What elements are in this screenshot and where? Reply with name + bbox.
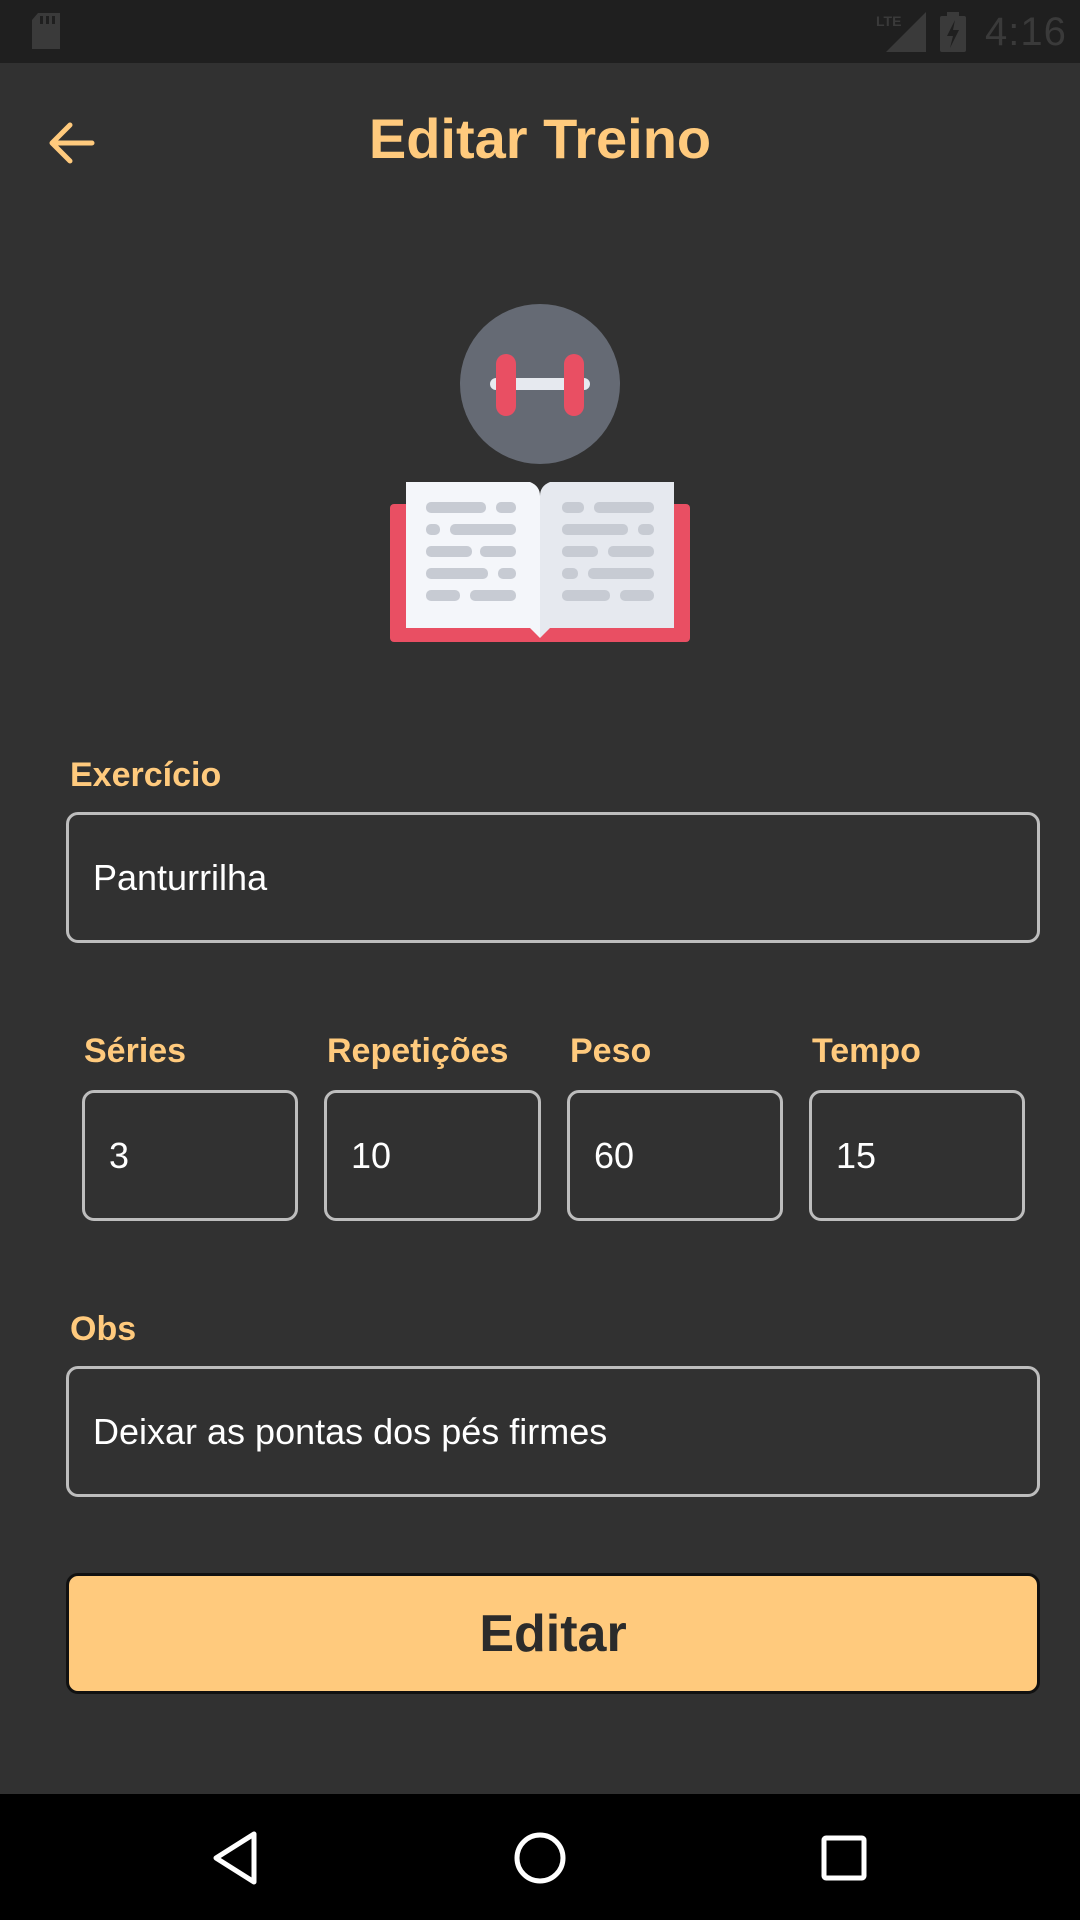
app-bar: Editar Treino	[0, 63, 1080, 213]
time-input[interactable]: 15	[809, 1090, 1025, 1221]
reps-input[interactable]: 10	[324, 1090, 541, 1221]
time-label: Tempo	[812, 1032, 921, 1070]
weight-input[interactable]: 60	[567, 1090, 783, 1221]
series-value: 3	[109, 1134, 130, 1176]
reps-label: Repetições	[327, 1032, 509, 1070]
signal-icon: LTE	[876, 12, 926, 52]
nav-home-icon[interactable]	[508, 1826, 572, 1890]
nav-back-icon[interactable]	[204, 1826, 268, 1890]
workout-book-icon	[390, 304, 690, 642]
sd-card-icon	[32, 13, 60, 49]
notes-input[interactable]: Deixar as pontas dos pés firmes	[66, 1366, 1040, 1497]
svg-text:LTE: LTE	[876, 13, 901, 29]
weight-value: 60	[594, 1134, 635, 1176]
exercise-value: Panturrilha	[93, 856, 268, 898]
status-time: 4:16	[985, 10, 1067, 54]
reps-value: 10	[351, 1134, 392, 1176]
notes-value: Deixar as pontas dos pés firmes	[93, 1410, 608, 1452]
notes-label: Obs	[70, 1310, 137, 1348]
nav-recents-icon[interactable]	[812, 1826, 876, 1890]
weight-label: Peso	[570, 1032, 652, 1070]
time-value: 15	[836, 1134, 877, 1176]
status-bar: LTE 4:16	[0, 0, 1080, 63]
series-input[interactable]: 3	[82, 1090, 298, 1221]
series-label: Séries	[84, 1032, 187, 1070]
page-title: Editar Treino	[368, 107, 712, 170]
exercise-input[interactable]: Panturrilha	[66, 812, 1040, 943]
exercise-label: Exercício	[70, 756, 222, 794]
edit-button[interactable]: Editar	[66, 1573, 1040, 1694]
navigation-bar	[0, 1794, 1080, 1920]
battery-charging-icon	[940, 12, 966, 52]
